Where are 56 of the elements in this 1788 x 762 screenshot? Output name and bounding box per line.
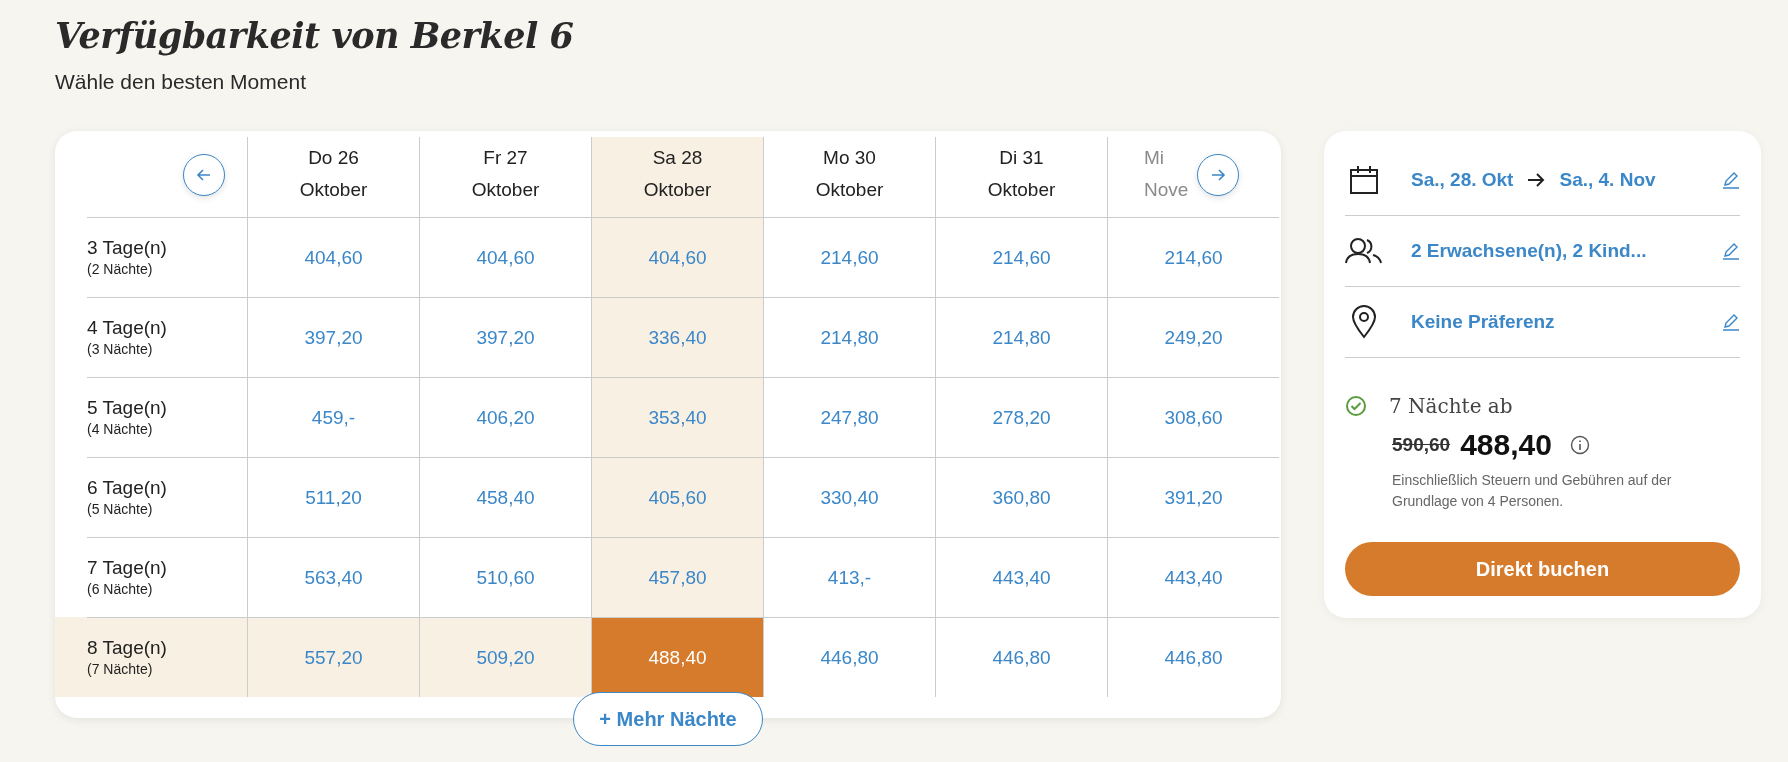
price-cell[interactable]: 330,40: [763, 457, 935, 537]
info-icon[interactable]: [1569, 435, 1590, 455]
price-cell[interactable]: 446,80: [763, 617, 935, 697]
price-cell[interactable]: 308,60: [1107, 377, 1279, 457]
date-header[interactable]: Di 31 Oktober: [935, 137, 1107, 217]
price-cell[interactable]: 405,60: [591, 457, 763, 537]
price-cell[interactable]: 446,80: [935, 617, 1107, 697]
price-cell[interactable]: 336,40: [591, 297, 763, 377]
price-cell[interactable]: 459,-: [247, 377, 419, 457]
price-cell[interactable]: 214,80: [935, 297, 1107, 377]
pencil-icon[interactable]: [1722, 242, 1740, 260]
price-cell[interactable]: 353,40: [591, 377, 763, 457]
price-cell[interactable]: 557,20: [247, 617, 419, 697]
page-title: Verfügbarkeit von Berkel 6: [55, 14, 575, 58]
price-cell[interactable]: 443,40: [1107, 537, 1279, 617]
previous-button[interactable]: [183, 154, 225, 196]
price-cell[interactable]: 488,40: [591, 617, 763, 697]
price-cell[interactable]: 397,20: [247, 297, 419, 377]
location-preference[interactable]: Keine Präferenz: [1411, 311, 1555, 333]
page-subtitle: Wähle den besten Moment: [55, 70, 307, 94]
pencil-icon[interactable]: [1722, 171, 1740, 189]
price-cell[interactable]: 457,80: [591, 537, 763, 617]
start-date[interactable]: Sa., 28. Okt: [1411, 169, 1514, 191]
end-date[interactable]: Sa., 4. Nov: [1559, 169, 1656, 191]
arrow-right-icon: [1527, 172, 1546, 188]
price-cell[interactable]: 511,20: [247, 457, 419, 537]
old-price: 590,60: [1392, 434, 1451, 456]
price-cell[interactable]: 214,60: [1107, 217, 1279, 297]
price-cell[interactable]: 214,60: [935, 217, 1107, 297]
price-cell[interactable]: 278,20: [935, 377, 1107, 457]
next-button[interactable]: [1197, 154, 1239, 196]
check-circle-icon: [1345, 395, 1367, 417]
date-header[interactable]: Sa 28 Oktober: [591, 137, 763, 217]
pencil-icon[interactable]: [1722, 313, 1740, 331]
date-header[interactable]: Do 26 Oktober: [247, 137, 419, 217]
price-cell[interactable]: 247,80: [763, 377, 935, 457]
price-cell[interactable]: 443,40: [935, 537, 1107, 617]
total-price: 488,40: [1460, 428, 1552, 462]
people-icon: [1345, 237, 1383, 265]
date-header[interactable]: Mo 30 Oktober: [763, 137, 935, 217]
guests-summary[interactable]: 2 Erwachsene(n), 2 Kind...: [1411, 240, 1647, 262]
price-cell[interactable]: 404,60: [247, 217, 419, 297]
book-button[interactable]: Direkt buchen: [1345, 542, 1740, 596]
more-nights-button[interactable]: + Mehr Nächte: [573, 692, 763, 746]
price-cell[interactable]: 249,20: [1107, 297, 1279, 377]
price-note: Einschließlich Steuern und Gebühren auf der Grundlage von 4 Personen.: [1392, 471, 1673, 511]
price-cell[interactable]: 413,-: [763, 537, 935, 617]
price-cell[interactable]: 404,60: [591, 217, 763, 297]
price-cell[interactable]: 214,80: [763, 297, 935, 377]
stay-length-label: 8 Tage(n) (7 Nächte): [55, 617, 247, 697]
price-cell[interactable]: 360,80: [935, 457, 1107, 537]
nights-label: 7 Nächte ab: [1389, 394, 1513, 418]
price-cell[interactable]: 446,80: [1107, 617, 1279, 697]
price-cell[interactable]: 509,20: [419, 617, 591, 697]
price-cell[interactable]: 391,20: [1107, 457, 1279, 537]
price-cell[interactable]: 214,60: [763, 217, 935, 297]
